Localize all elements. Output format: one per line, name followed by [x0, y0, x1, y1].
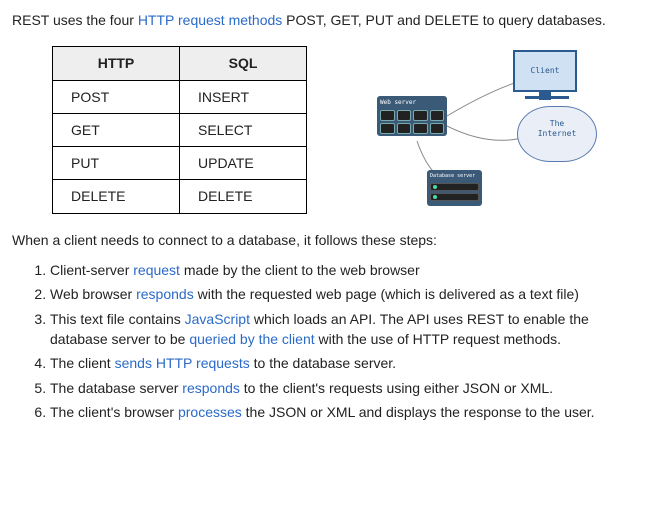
responds-link[interactable]: responds — [136, 286, 194, 302]
list-item: The client sends HTTP requests to the da… — [50, 353, 638, 373]
list-item: Web browser responds with the requested … — [50, 284, 638, 304]
cloud-label-1: The — [550, 119, 564, 128]
cell: POST — [53, 80, 180, 113]
web-server-label: Web server — [380, 99, 444, 108]
cell: DELETE — [53, 180, 180, 213]
responds-link-2[interactable]: responds — [182, 380, 240, 396]
list-item: The client's browser processes the JSON … — [50, 402, 638, 422]
content-row: HTTP SQL POSTINSERT GETSELECT PUTUPDATE … — [12, 46, 638, 213]
table-row: PUTUPDATE — [53, 147, 307, 180]
cell: INSERT — [180, 80, 307, 113]
intro-text-2: POST, GET, PUT and DELETE to query datab… — [282, 12, 605, 28]
monitor-stand — [525, 96, 569, 99]
list-item: The database server responds to the clie… — [50, 378, 638, 398]
http-sql-table: HTTP SQL POSTINSERT GETSELECT PUTUPDATE … — [52, 46, 307, 213]
queried-link[interactable]: queried by the client — [189, 331, 314, 347]
table-row: GETSELECT — [53, 113, 307, 146]
header-sql: SQL — [180, 47, 307, 80]
steps-list: Client-server request made by the client… — [12, 260, 638, 422]
request-link[interactable]: request — [133, 262, 180, 278]
db-server-label: Database server — [430, 173, 479, 180]
header-http: HTTP — [53, 47, 180, 80]
cell: SELECT — [180, 113, 307, 146]
intro-text-1: REST uses the four — [12, 12, 138, 28]
sends-requests-link[interactable]: sends HTTP requests — [115, 355, 250, 371]
steps-intro: When a client needs to connect to a data… — [12, 230, 638, 250]
cell: PUT — [53, 147, 180, 180]
cloud-icon: The Internet — [517, 106, 597, 162]
intro-paragraph: REST uses the four HTTP request methods … — [12, 10, 638, 30]
list-item: Client-server request made by the client… — [50, 260, 638, 280]
table-row: DELETEDELETE — [53, 180, 307, 213]
cloud-label-2: Internet — [538, 129, 577, 138]
cell: UPDATE — [180, 147, 307, 180]
table-row: POSTINSERT — [53, 80, 307, 113]
javascript-link[interactable]: JavaScript — [185, 311, 250, 327]
database-server-icon: Database server — [427, 170, 482, 206]
client-icon: Client — [513, 50, 577, 92]
list-item: This text file contains JavaScript which… — [50, 309, 638, 350]
http-methods-link[interactable]: HTTP request methods — [138, 12, 282, 28]
cell: DELETE — [180, 180, 307, 213]
cell: GET — [53, 113, 180, 146]
client-label: Client — [531, 66, 560, 75]
web-server-icon: Web server — [377, 96, 447, 136]
network-diagram: Client The Internet Web server Database … — [337, 46, 597, 206]
processes-link[interactable]: processes — [178, 404, 242, 420]
